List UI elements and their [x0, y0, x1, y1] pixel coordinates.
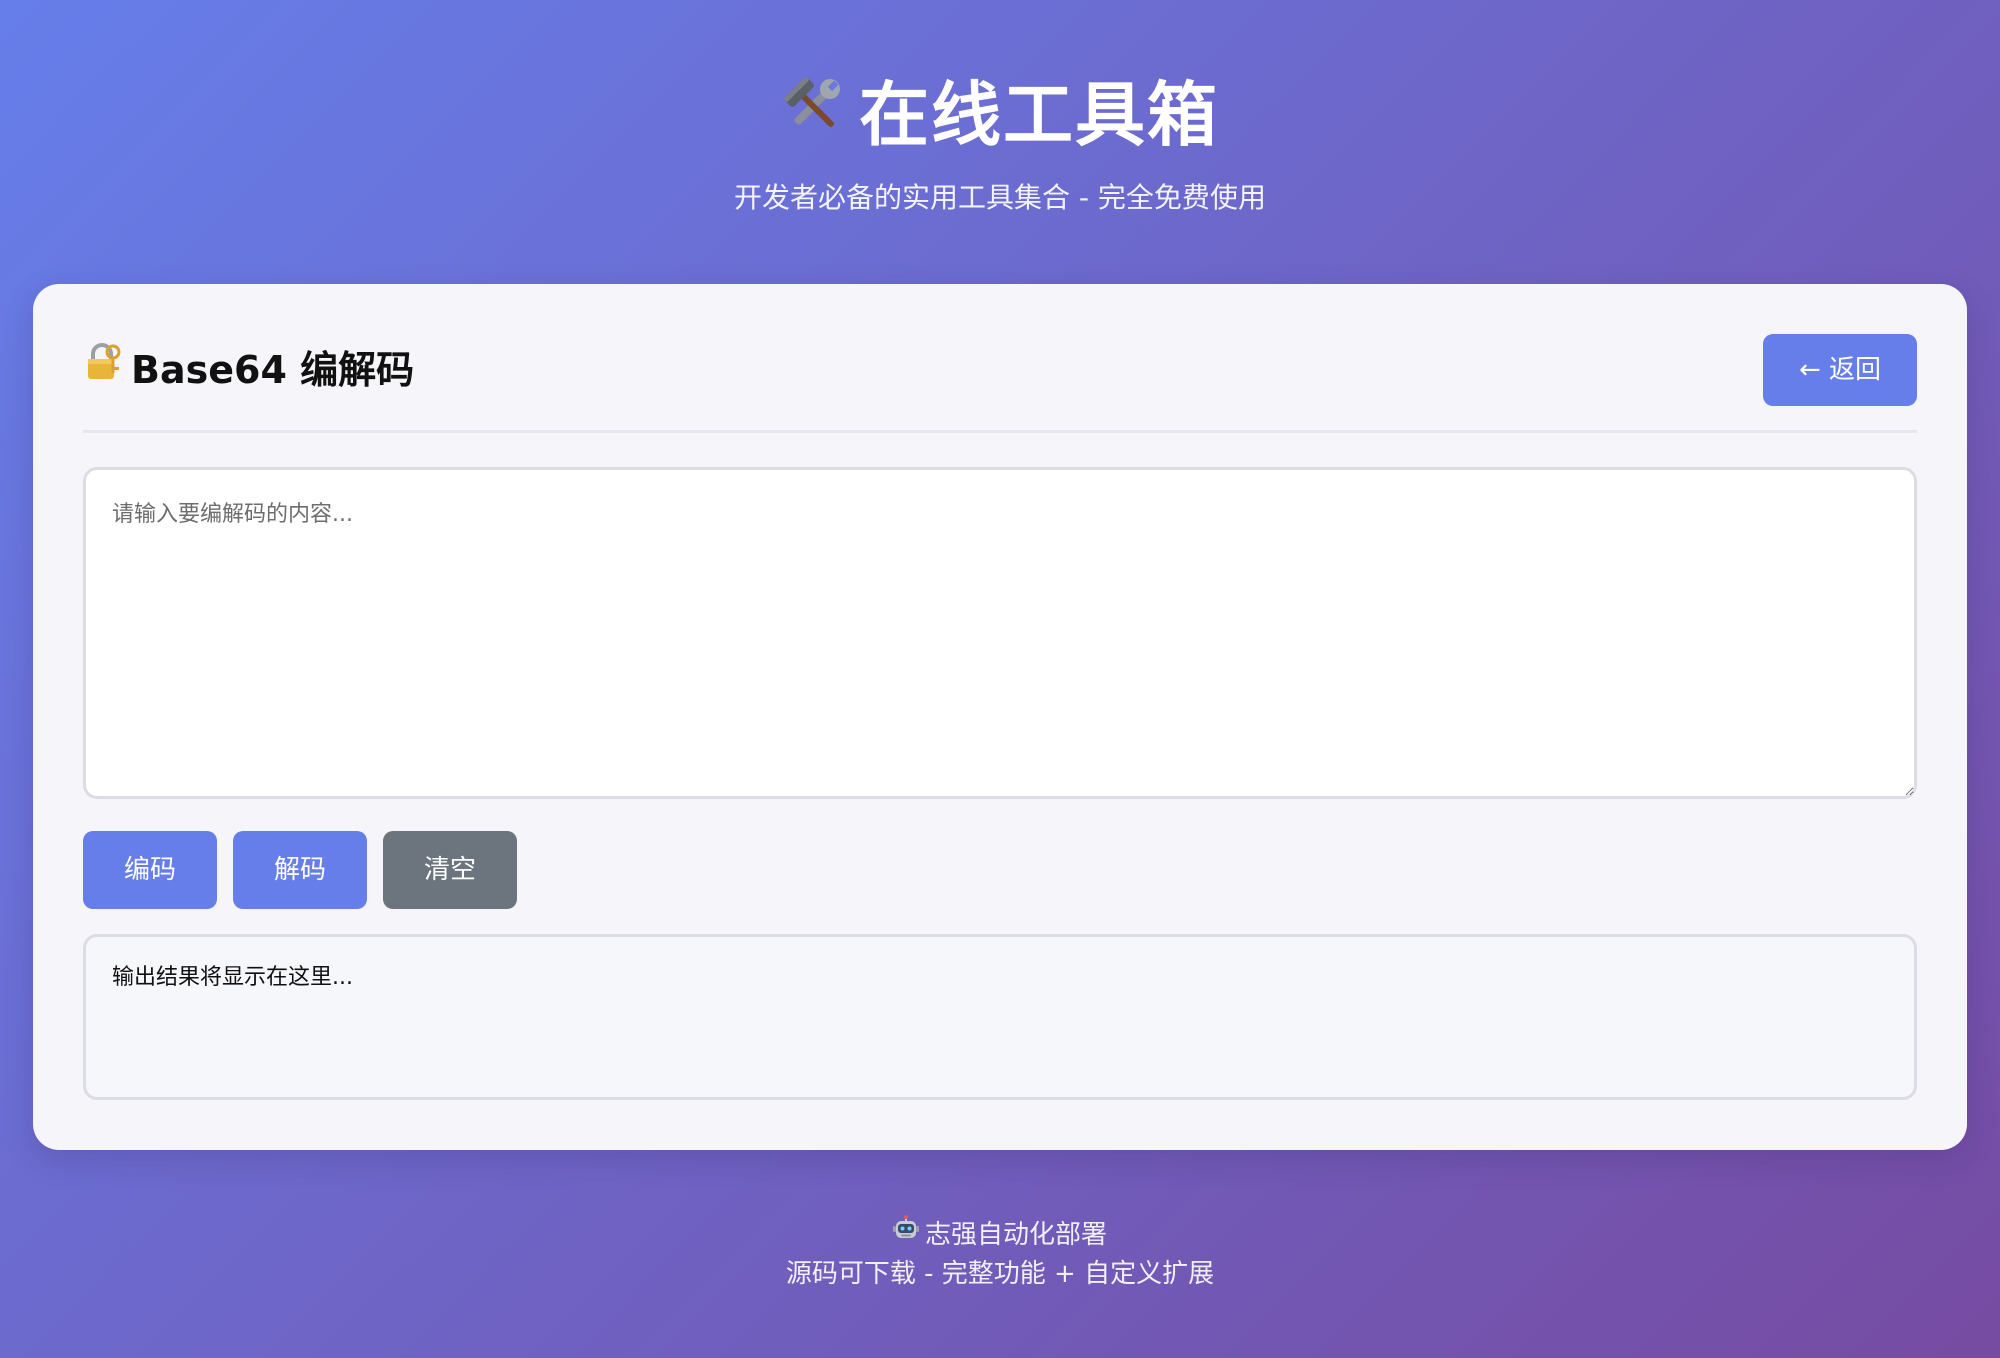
tool-title-text: Base64 编解码 — [131, 348, 415, 392]
output-box: 输出结果将显示在这里... — [83, 934, 1917, 1100]
tool-card: Base64 编解码 ← 返回 编码 解码 清空 输出结果将显示在这里... — [33, 284, 1967, 1150]
app-title: 在线工具箱 — [0, 70, 2000, 165]
app-subtitle: 开发者必备的实用工具集合 - 完全免费使用 — [734, 181, 1266, 214]
page-footer: 志强自动化部署 源码可下载 - 完整功能 + 自定义扩展 — [0, 1214, 2000, 1293]
robot-icon — [892, 1214, 919, 1252]
hammer-and-wrench-icon — [781, 69, 845, 159]
input-textarea[interactable] — [83, 467, 1917, 799]
footer-brand: 志强自动化部署 — [0, 1214, 2000, 1255]
app-title-text: 在线工具箱 — [859, 74, 1219, 156]
footer-tagline: 源码可下载 - 完整功能 + 自定义扩展 — [785, 1258, 1215, 1289]
output-text: 输出结果将显示在这里... — [112, 965, 353, 990]
tool-header: Base64 编解码 ← 返回 — [83, 334, 1917, 406]
footer-brand-text: 志强自动化部署 — [924, 1220, 1107, 1250]
clear-button[interactable]: 清空 — [383, 831, 517, 909]
lock-with-key-icon — [83, 333, 123, 405]
tool-title: Base64 编解码 — [83, 334, 414, 406]
header-divider — [83, 430, 1917, 433]
back-button[interactable]: ← 返回 — [1763, 334, 1917, 406]
decode-button[interactable]: 解码 — [233, 831, 367, 909]
encode-button[interactable]: 编码 — [83, 831, 217, 909]
